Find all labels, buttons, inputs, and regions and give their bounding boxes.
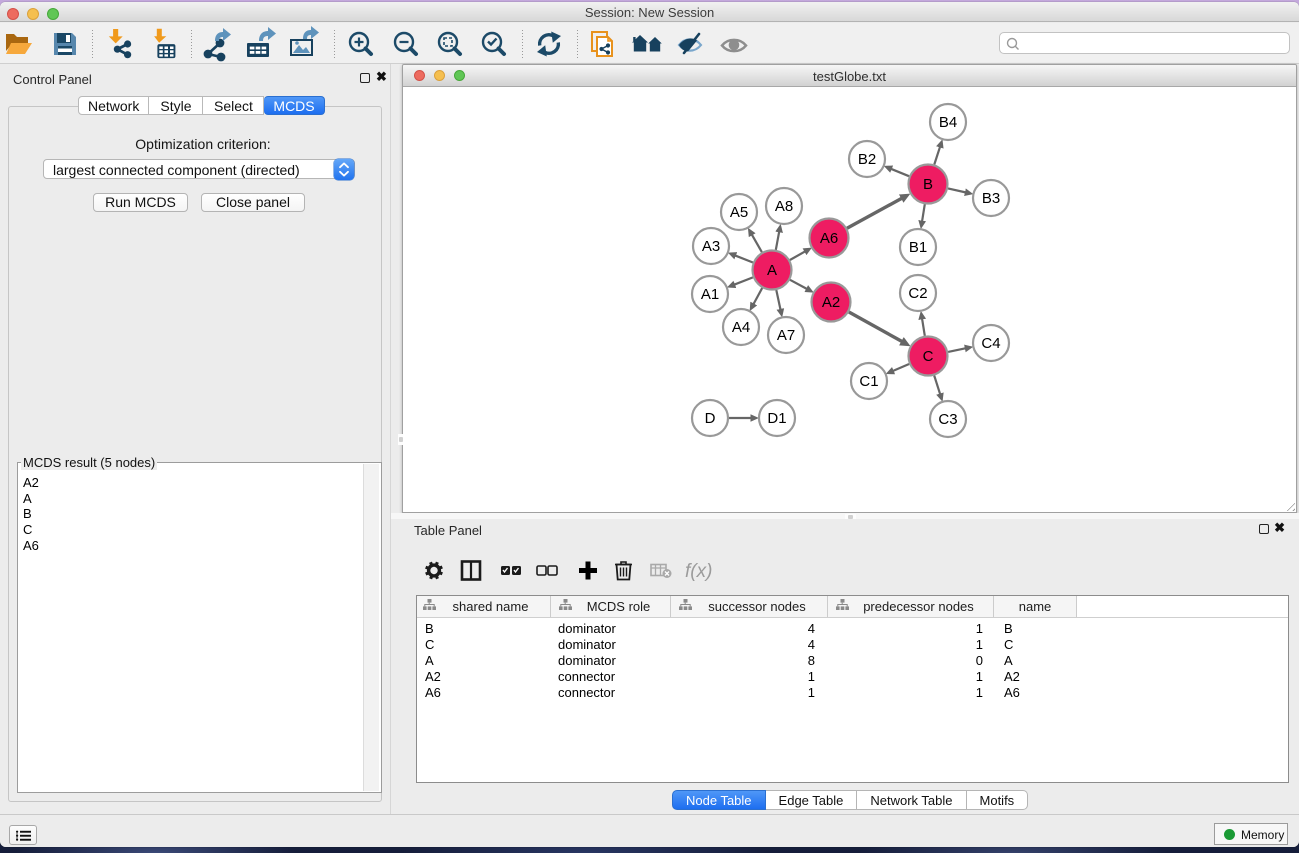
svg-text:A7: A7	[777, 327, 795, 344]
svg-text:C3: C3	[938, 411, 957, 428]
svg-text:A4: A4	[732, 319, 750, 336]
svg-text:B1: B1	[909, 239, 927, 256]
svg-text:B: B	[923, 176, 933, 193]
svg-text:D1: D1	[767, 410, 786, 427]
svg-text:A: A	[767, 262, 777, 279]
svg-text:C2: C2	[908, 285, 927, 302]
svg-text:C1: C1	[859, 373, 878, 390]
svg-text:A8: A8	[775, 198, 793, 215]
svg-text:A6: A6	[820, 230, 838, 247]
svg-text:A2: A2	[822, 294, 840, 311]
svg-text:B3: B3	[982, 190, 1000, 207]
svg-text:D: D	[705, 410, 716, 427]
svg-text:A5: A5	[730, 204, 748, 221]
svg-text:C4: C4	[981, 335, 1000, 352]
svg-text:B2: B2	[858, 151, 876, 168]
svg-text:A1: A1	[701, 286, 719, 303]
svg-text:C: C	[923, 348, 934, 365]
svg-text:B4: B4	[939, 114, 957, 131]
svg-text:A3: A3	[702, 238, 720, 255]
svg-text:f(x): f(x)	[685, 561, 712, 582]
